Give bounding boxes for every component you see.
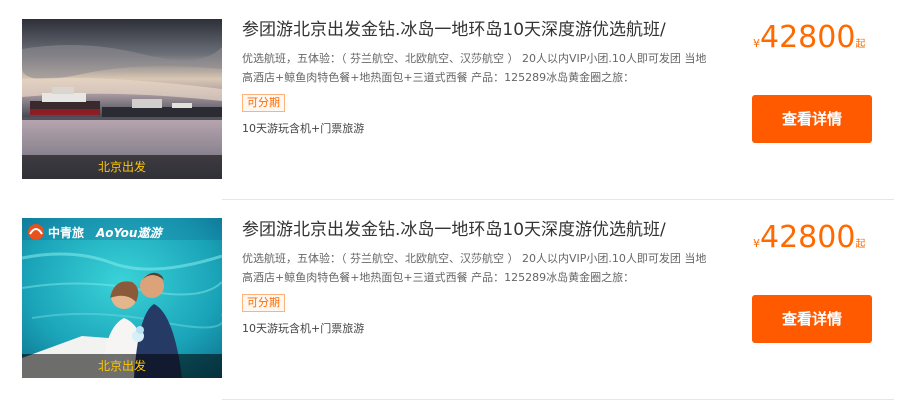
installment-tag: 可分期 — [242, 294, 285, 312]
price-value: 42800 — [760, 20, 856, 55]
product-price: ¥42800起 — [753, 20, 865, 58]
product-description: 优选航班，五体验：（ 芬兰航空、北欧航空、汉莎航空 ） 20人以内VIP小团.1… — [242, 252, 707, 284]
product-title[interactable]: 参团游北京出发金钻.冰岛一地环岛10天深度游优选航班/ — [242, 19, 712, 41]
item-divider — [222, 399, 894, 400]
brand-logo-en: AoYou遨游 — [95, 226, 163, 240]
product-item: 中青旅 AoYou遨游 北京出发 参团游北京出发金钻.冰岛一地环岛10天深度游优… — [0, 200, 899, 400]
installment-tag: 可分期 — [242, 94, 285, 112]
view-details-button[interactable]: 查看详情 — [752, 295, 872, 343]
product-subinfo: 10天游玩含机+门票旅游 — [242, 122, 365, 135]
price-suffix: 起 — [855, 239, 866, 250]
brand-logo-cn: 中青旅 — [48, 225, 84, 240]
product-description: 优选航班，五体验：（ 芬兰航空、北欧航空、汉莎航空 ） 20人以内VIP小团.1… — [242, 52, 707, 84]
price-value: 42800 — [760, 220, 856, 255]
product-title[interactable]: 参团游北京出发金钻.冰岛一地环岛10天深度游优选航班/ — [242, 219, 712, 241]
product-price: ¥42800起 — [753, 220, 865, 258]
departure-caption: 北京出发 — [22, 155, 222, 179]
product-thumbnail[interactable]: 中青旅 AoYou遨游 北京出发 — [22, 218, 222, 378]
product-subinfo: 10天游玩含机+门票旅游 — [242, 322, 365, 335]
departure-caption: 北京出发 — [22, 354, 222, 378]
product-list: 北京出发 参团游北京出发金钻.冰岛一地环岛10天深度游优选航班/ 优选航班，五体… — [0, 0, 899, 402]
product-thumbnail[interactable]: 北京出发 — [22, 19, 222, 179]
product-item: 北京出发 参团游北京出发金钻.冰岛一地环岛10天深度游优选航班/ 优选航班，五体… — [0, 0, 899, 200]
price-currency: ¥ — [753, 237, 760, 250]
price-currency: ¥ — [753, 37, 760, 50]
view-details-button[interactable]: 查看详情 — [752, 95, 872, 143]
price-suffix: 起 — [855, 39, 866, 50]
